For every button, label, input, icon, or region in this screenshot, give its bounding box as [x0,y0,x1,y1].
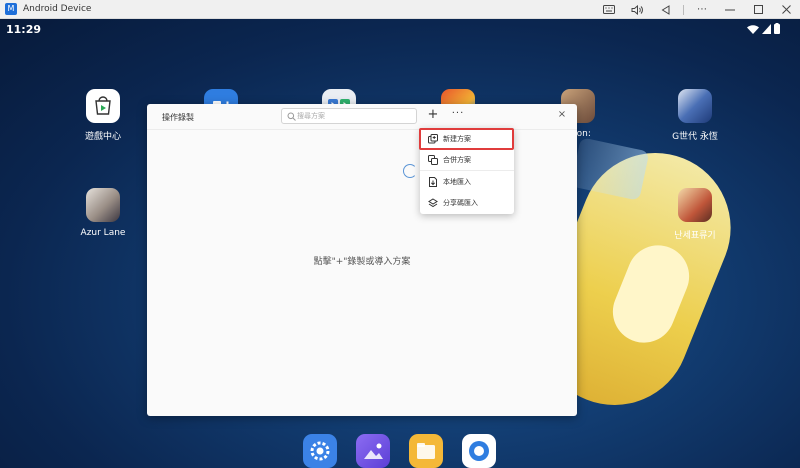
local-import-icon [429,177,437,187]
close-window-icon[interactable] [772,0,800,19]
menu-item-share-code-import[interactable]: 分享碼匯入 [420,193,514,213]
share-code-import-icon [428,198,438,208]
window-title: Android Device [23,4,92,14]
keyboard-icon[interactable] [595,0,623,19]
window-titlebar: M Android Device ⋯ [0,0,800,19]
menu-item-label: 合併方案 [443,156,471,164]
maximize-icon[interactable] [744,0,772,19]
dialog-header: 操作錄製 + ··· × [147,104,577,130]
app-label: 遊戲中心 [84,132,121,142]
more-options-icon[interactable]: ⋯ [688,0,716,19]
files-icon[interactable] [409,434,443,468]
volume-icon[interactable] [623,0,651,19]
search-icon [287,112,296,121]
status-icons [747,23,780,34]
settings-icon[interactable] [303,434,337,468]
app-azur-lane[interactable]: Azur Lane [63,188,143,238]
menu-item-merge-plan[interactable]: 合併方案 [420,150,514,170]
empty-state-text: 點擊"+"錄製或導入方案 [313,257,411,267]
minimize-icon[interactable] [716,0,744,19]
close-dialog-button[interactable]: × [556,109,568,121]
game-icon-character2 [678,188,712,222]
wifi-icon [747,24,759,34]
search-input[interactable] [297,109,415,123]
window-controls: ⋯ [595,0,800,19]
app-label: G世代 永恆 [672,132,718,142]
app-logo-icon: M [5,3,17,15]
app-label: Azur Lane [80,228,126,238]
gundam-icon [678,89,712,123]
app-game-character2[interactable]: 난세표류기 [655,188,735,241]
more-button[interactable]: ··· [450,107,466,123]
azur-lane-icon [86,188,120,222]
highlight-box [419,128,514,150]
app-game-center[interactable]: 遊戲中心 [63,89,143,142]
app-label: 난세표류기 [674,231,716,241]
menu-item-label: 分享碼匯入 [443,199,478,207]
merge-plan-icon [428,155,438,165]
menu-item-local-import[interactable]: 本地匯入 [420,172,514,192]
menu-item-label: 本地匯入 [443,178,471,186]
app-g-generation[interactable]: G世代 永恆 [655,89,735,142]
back-icon[interactable] [651,0,679,19]
search-box[interactable] [281,108,417,124]
gallery-icon[interactable] [356,434,390,468]
battery-icon [774,23,780,34]
status-time: 11:29 [6,23,42,36]
divider [683,4,684,15]
add-plan-button[interactable]: + [426,107,440,123]
wallpaper-decoration [570,137,650,201]
play-store-icon [86,89,120,123]
dialog-title: 操作錄製 [162,113,194,122]
browser-icon[interactable] [462,434,496,468]
signal-icon [762,23,771,34]
loading-spinner-icon [403,164,417,178]
menu-divider [420,170,514,171]
